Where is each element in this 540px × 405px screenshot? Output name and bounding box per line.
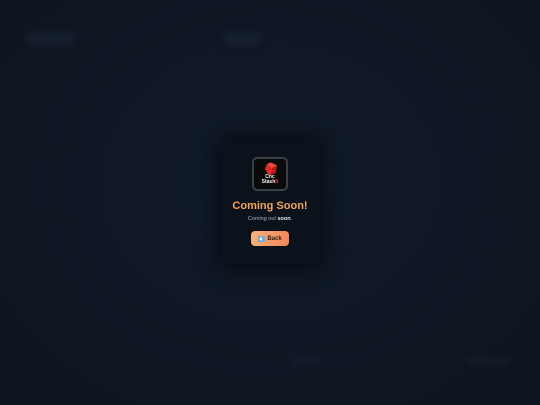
coming-soon-modal: Cnc StashIt Coming Soon! Coming out soon… <box>222 142 318 264</box>
back-button-label: Back <box>267 235 282 242</box>
back-arrow-icon <box>258 235 266 242</box>
blurred-nav-item <box>224 32 260 46</box>
subtitle-emphasis: soon <box>277 216 291 222</box>
logo-text: Cnc StashIt <box>262 175 279 185</box>
modal-subtitle: Coming out soon. <box>248 216 292 222</box>
blurred-footer-item <box>466 356 510 366</box>
back-button[interactable]: Back <box>251 231 289 246</box>
logo-line-2: StashIt <box>262 180 279 185</box>
blurred-nav-item <box>26 32 74 46</box>
modal-title: Coming Soon! <box>232 200 308 212</box>
subtitle-prefix: Coming out <box>247 216 278 222</box>
app-logo: Cnc StashIt <box>252 157 288 191</box>
logo-line-2-main: Stash <box>261 179 276 185</box>
subtitle-suffix: . <box>290 216 293 222</box>
logo-line-2-accent: It <box>275 179 279 185</box>
page: Cnc StashIt Coming Soon! Coming out soon… <box>0 0 540 405</box>
blurred-footer-item <box>290 356 320 366</box>
